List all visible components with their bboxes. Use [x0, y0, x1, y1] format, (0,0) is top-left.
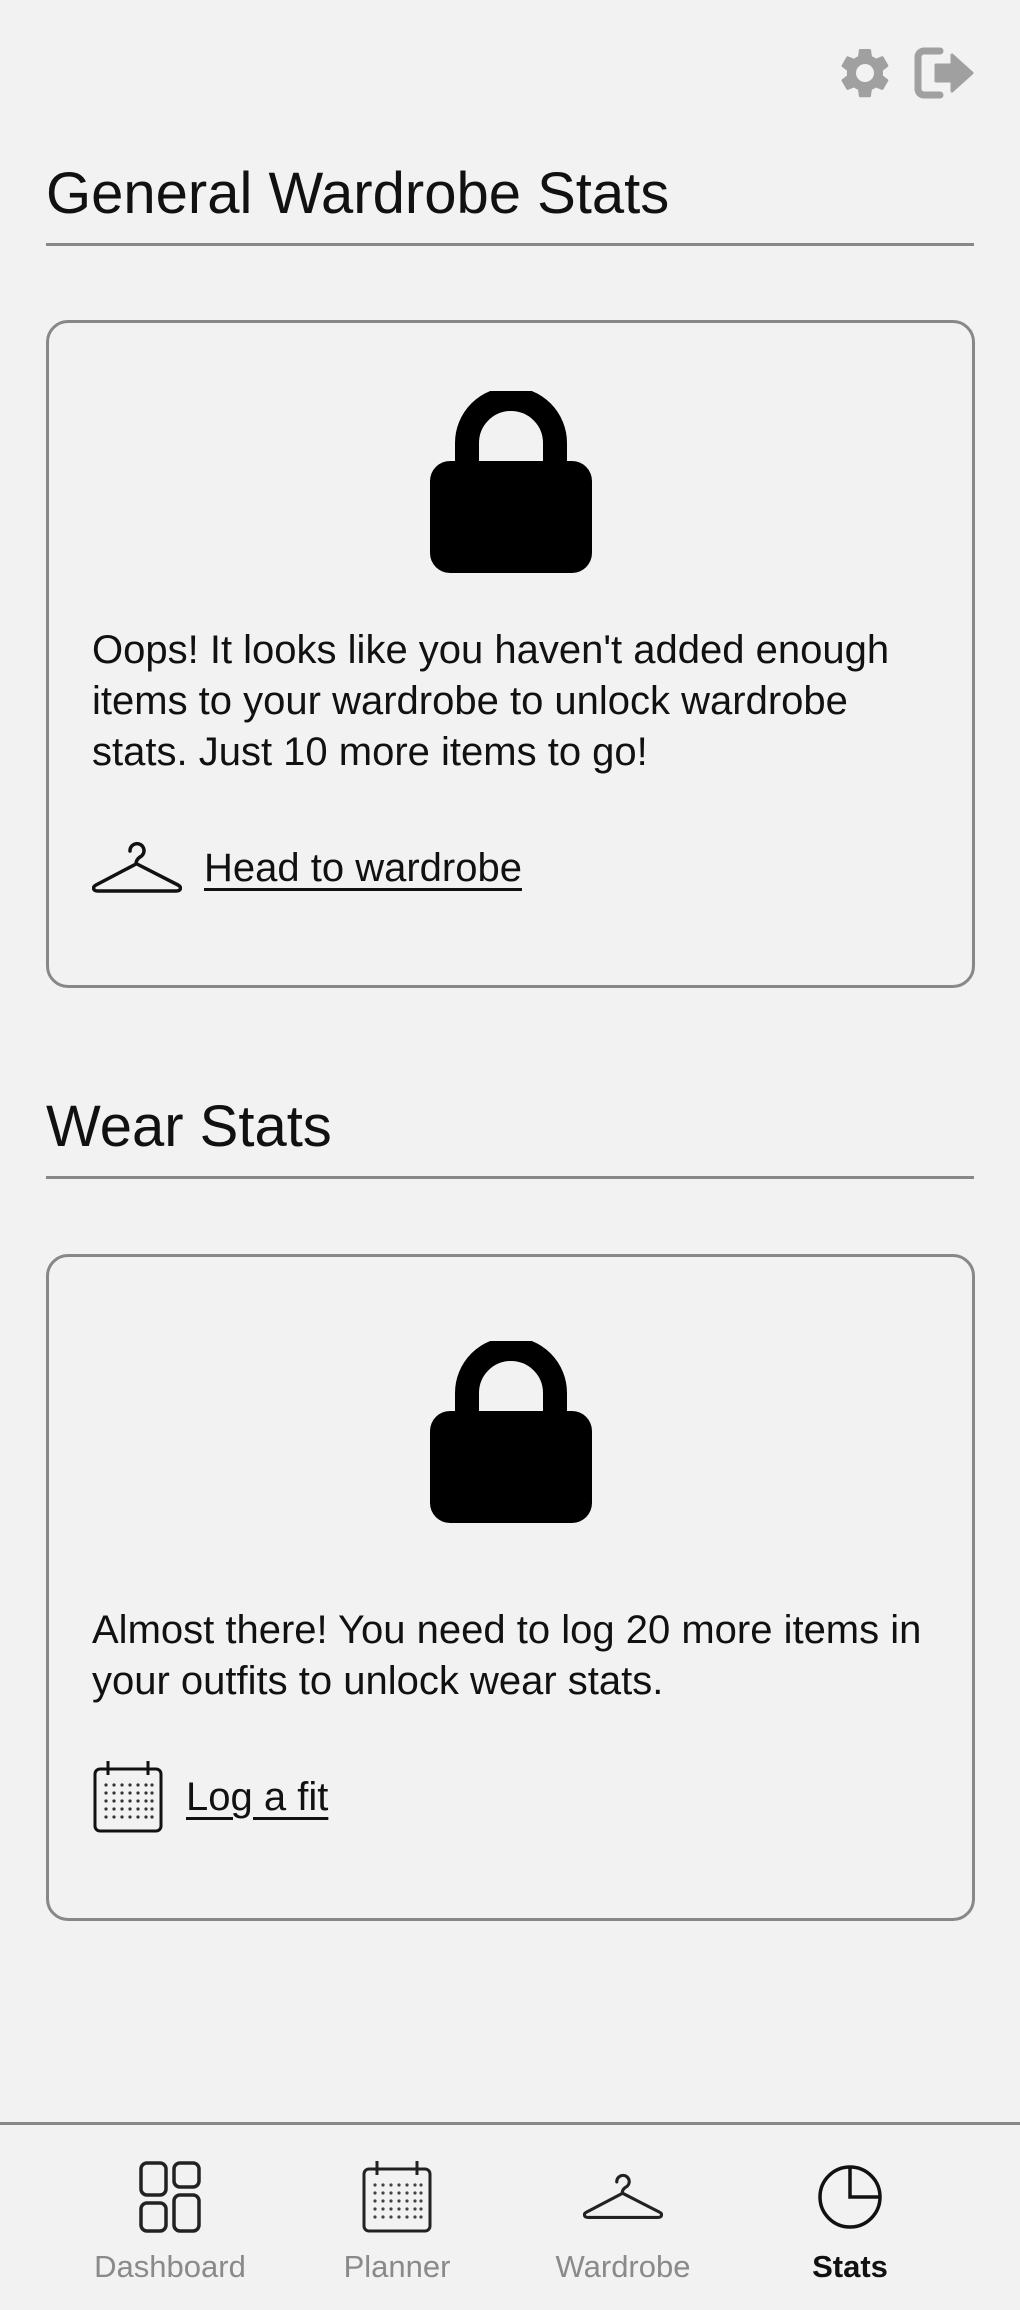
lock-icon	[429, 391, 592, 573]
general-stats-message: Oops! It looks like you haven't added en…	[92, 628, 890, 774]
general-stats-card: Oops! It looks like you haven't added en…	[46, 320, 975, 988]
calendar-icon	[362, 2161, 432, 2233]
stats-page: General Wardrobe Stats Oops! It looks li…	[0, 0, 1020, 2310]
pie-chart-icon	[818, 2165, 882, 2229]
gear-icon	[841, 48, 889, 98]
wear-stats-message: Almost there! You need to log 20 more it…	[92, 1608, 922, 1703]
logout-icon	[914, 47, 974, 99]
calendar-icon	[93, 1761, 163, 1833]
nav-item-dashboard[interactable]: Dashboard	[70, 2155, 270, 2285]
nav-label-planner: Planner	[343, 2249, 451, 2284]
log-a-fit-link[interactable]: Log a fit	[92, 1759, 328, 1835]
nav-item-stats[interactable]: Stats	[750, 2155, 950, 2285]
hanger-icon	[583, 2173, 663, 2219]
nav-label-dashboard: Dashboard	[94, 2249, 246, 2284]
nav-label-stats: Stats	[812, 2249, 888, 2284]
dashboard-icon	[139, 2161, 201, 2233]
general-stats-title: General Wardrobe Stats	[46, 160, 974, 246]
bottom-nav: Dashboard Planner Wardrobe Stats	[0, 2122, 1020, 2310]
log-a-fit-label: Log a fit	[186, 1774, 329, 1819]
lock-icon	[429, 1341, 592, 1523]
logout-button[interactable]	[914, 42, 976, 104]
nav-label-wardrobe: Wardrobe	[555, 2249, 691, 2284]
header-actions	[834, 42, 976, 104]
wear-stats-card: Almost there! You need to log 20 more it…	[46, 1254, 975, 1921]
nav-item-wardrobe[interactable]: Wardrobe	[523, 2155, 723, 2285]
settings-button[interactable]	[834, 42, 896, 104]
nav-item-planner[interactable]: Planner	[297, 2155, 497, 2285]
wear-stats-title: Wear Stats	[46, 1093, 974, 1179]
hanger-icon	[92, 841, 182, 893]
head-to-wardrobe-label: Head to wardrobe	[204, 845, 522, 890]
head-to-wardrobe-link[interactable]: Head to wardrobe	[92, 839, 522, 897]
